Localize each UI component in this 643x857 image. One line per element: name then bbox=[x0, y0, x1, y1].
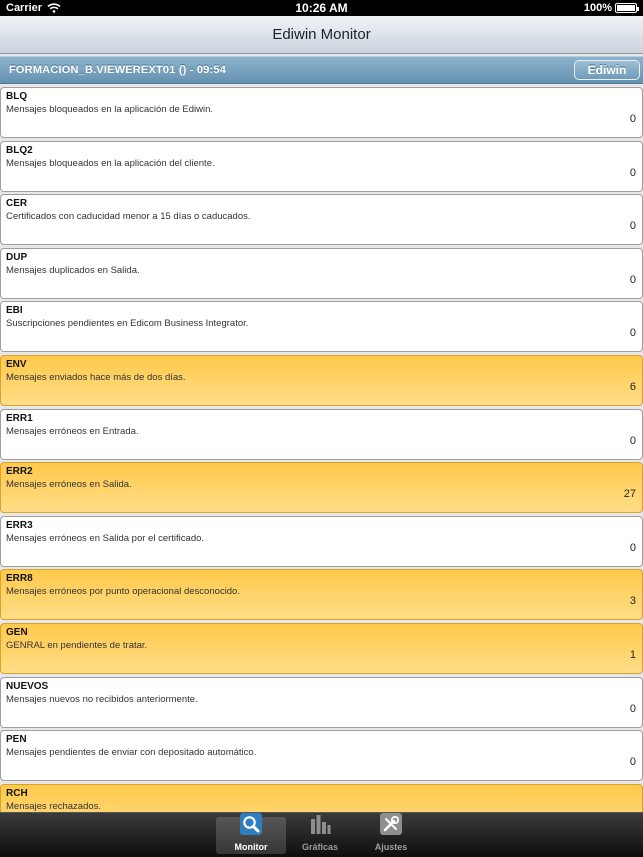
status-bar: Carrier 10:26 AM 100% bbox=[0, 0, 643, 16]
page-title: Ediwin Monitor bbox=[272, 26, 371, 43]
item-description: Mensajes nuevos no recibidos anteriormen… bbox=[6, 693, 198, 705]
item-code: EBI bbox=[6, 305, 23, 317]
item-count: 0 bbox=[629, 541, 636, 554]
item-code: ERR3 bbox=[6, 519, 33, 531]
list-item-err2[interactable]: ERR2 Mensajes erróneos en Salida. 27 bbox=[0, 462, 643, 514]
item-description: Mensajes rechazados. bbox=[6, 800, 102, 812]
item-code: ERR2 bbox=[6, 466, 33, 478]
tab-ajustes[interactable]: Ajustes bbox=[356, 813, 426, 854]
tab-label: Gráficas bbox=[301, 842, 339, 852]
tab-bar: Monitor Gráficas Ajustes bbox=[0, 812, 643, 857]
item-code: ERR8 bbox=[6, 573, 33, 585]
bar-chart-icon bbox=[307, 813, 333, 840]
item-description: Mensajes pendientes de enviar con deposi… bbox=[6, 747, 257, 759]
list-item-err8[interactable]: ERR8 Mensajes erróneos por punto operacio… bbox=[0, 569, 643, 621]
item-count: 0 bbox=[629, 220, 636, 233]
clock: 10:26 AM bbox=[295, 1, 348, 15]
list-item-blq2[interactable]: BLQ2 Mensajes bloqueados en la aplicación… bbox=[0, 140, 643, 192]
item-description: Mensajes erróneos por punto operacional … bbox=[6, 586, 240, 598]
list-item-pen[interactable]: PEN Mensajes pendientes de enviar con dep… bbox=[0, 730, 643, 782]
item-code: BLQ2 bbox=[6, 144, 33, 156]
item-description: Mensajes enviados hace más de dos días. bbox=[6, 372, 186, 383]
tools-icon bbox=[378, 813, 404, 840]
item-count: 0 bbox=[629, 273, 636, 286]
item-description: Mensajes erróneos en Entrada. bbox=[6, 425, 139, 437]
carrier-label: Carrier bbox=[6, 2, 43, 14]
tab-graficas[interactable]: Gráficas bbox=[285, 815, 355, 854]
item-count: 0 bbox=[629, 327, 636, 340]
list-item-ebi[interactable]: EBI Suscripciones pendientes en Edicom Bu… bbox=[0, 301, 643, 353]
list-item-err3[interactable]: ERR3 Mensajes erróneos en Salida por el c… bbox=[0, 515, 643, 567]
battery-percent: 100% bbox=[583, 2, 612, 14]
status-left: Carrier bbox=[6, 2, 61, 14]
tab-label: Monitor bbox=[234, 842, 268, 852]
item-description: Mensajes bloqueados en la aplicación de … bbox=[6, 104, 214, 115]
list-item-blq[interactable]: BLQ Mensajes bloqueados en la aplicación … bbox=[0, 87, 643, 138]
item-description: Suscripciones pendientes en Edicom Busin… bbox=[6, 318, 249, 330]
item-count: 0 bbox=[629, 113, 636, 125]
item-count: 27 bbox=[623, 488, 636, 501]
wifi-icon bbox=[47, 3, 61, 13]
search-icon bbox=[238, 813, 264, 840]
list-item-env[interactable]: ENV Mensajes enviados hace más de dos día… bbox=[0, 355, 643, 406]
tab-label: Ajustes bbox=[374, 842, 408, 852]
item-description: Mensajes erróneos en Salida por el certi… bbox=[6, 532, 205, 544]
item-code: GEN bbox=[6, 627, 28, 638]
item-code: BLQ bbox=[6, 91, 28, 102]
item-count: 0 bbox=[629, 434, 636, 447]
item-code: NUEVOS bbox=[6, 680, 49, 692]
item-count: 1 bbox=[629, 649, 636, 661]
tab-monitor[interactable]: Monitor bbox=[216, 813, 286, 854]
item-code: PEN bbox=[6, 734, 27, 746]
list-item-nuevos[interactable]: NUEVOS Mensajes nuevos no recibidos anter… bbox=[0, 676, 643, 728]
status-right: 100% bbox=[583, 2, 639, 14]
item-description: GENRAL en pendientes de tratar. bbox=[6, 640, 148, 651]
item-description: Certificados con caducidad menor a 15 dí… bbox=[6, 211, 251, 223]
connection-header: FORMACION_B.VIEWEREXT01 () - 09:54 Ediwi… bbox=[0, 56, 643, 84]
item-code: CER bbox=[6, 198, 28, 210]
monitor-list[interactable]: BLQ Mensajes bloqueados en la aplicación … bbox=[0, 87, 643, 812]
item-count: 0 bbox=[629, 702, 636, 715]
list-item-cer[interactable]: CER Certificados con caducidad menor a 15… bbox=[0, 194, 643, 246]
list-item-err1[interactable]: ERR1 Mensajes erróneos en Entrada. 0 bbox=[0, 408, 643, 460]
connection-title: FORMACION_B.VIEWEREXT01 () - 09:54 bbox=[9, 64, 227, 76]
item-count: 3 bbox=[629, 595, 636, 608]
item-description: Mensajes erróneos en Salida. bbox=[6, 479, 132, 491]
list-item-dup[interactable]: DUP Mensajes duplicados en Salida. 0 bbox=[0, 247, 643, 299]
list-item-gen[interactable]: GEN GENRAL en pendientes de tratar. 1 bbox=[0, 623, 643, 674]
item-code: ERR1 bbox=[6, 412, 33, 424]
item-count: 6 bbox=[629, 381, 636, 393]
item-code: ENV bbox=[6, 359, 27, 370]
ediwin-button[interactable]: Ediwin bbox=[574, 60, 640, 80]
list-item-rch[interactable]: RCH Mensajes rechazados. bbox=[0, 783, 643, 812]
navigation-bar: Ediwin Monitor bbox=[0, 16, 643, 54]
item-description: Mensajes duplicados en Salida. bbox=[6, 264, 140, 276]
item-count: 0 bbox=[629, 756, 636, 769]
item-count: 0 bbox=[629, 166, 636, 179]
item-description: Mensajes bloqueados en la aplicación del… bbox=[6, 157, 215, 169]
battery-icon bbox=[615, 3, 639, 13]
item-code: DUP bbox=[6, 251, 28, 263]
item-code: RCH bbox=[6, 787, 28, 799]
